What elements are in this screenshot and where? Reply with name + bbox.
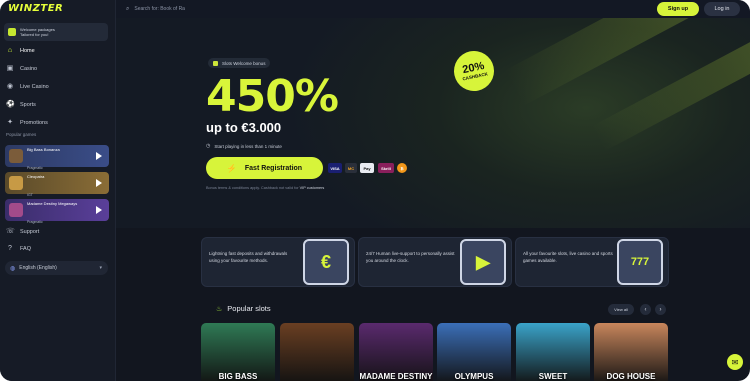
gift-icon	[8, 28, 16, 36]
top-bar: ⌕ Search for: Book of Ra Sign up Log in	[116, 0, 750, 18]
welcome-package-card[interactable]: Welcome packages Tailored for you!	[4, 23, 108, 41]
skrill-icon: Skrill	[378, 163, 394, 173]
chevron-down-icon: ▾	[99, 265, 102, 271]
sidebar-item-sports[interactable]: ⚽ Sports	[6, 99, 36, 111]
game-thumbnail	[9, 203, 23, 217]
terms-note: Bonus terms & conditions apply. Cashback…	[206, 186, 325, 190]
mastercard-icon: MC	[345, 163, 357, 173]
sidebar-game-madame-destiny[interactable]: Madame Destiny Megaways Pragmatic	[5, 199, 109, 224]
popular-slots-title: ♨ Popular slots	[216, 304, 271, 313]
language-selector[interactable]: ◍ English (English) ▾	[5, 261, 108, 275]
lightning-icon: ⚡	[226, 163, 237, 173]
support-icon: ☏	[6, 228, 15, 235]
bonus-amount: 450%	[206, 71, 339, 122]
visa-icon: VISA	[328, 163, 342, 173]
faq-icon: ?	[8, 245, 12, 252]
fast-registration-button[interactable]: ⚡ Fast Registration	[206, 157, 323, 179]
feature-card-slots: All your favourite slots, live casino an…	[515, 237, 669, 287]
game-thumbnail	[9, 176, 23, 190]
brand-logo[interactable]: WINZTER	[8, 3, 63, 17]
hero-banner: Slots Welcome bonus 450% up to €3.000 ◷ …	[116, 18, 750, 228]
slot-machine-icon: 777	[617, 239, 663, 285]
sidebar-item-casino[interactable]: ▣ Casino	[6, 63, 37, 75]
sidebar-item-support[interactable]: ☏ Support	[6, 226, 39, 238]
slots-icon	[213, 60, 218, 66]
vip-link[interactable]: VIP customers	[300, 186, 325, 190]
slot-tile[interactable]: OLYMPUS	[437, 323, 511, 381]
sidebar-item-live-casino[interactable]: ◉ Live Casino	[6, 81, 49, 93]
casino-icon: ▣	[6, 65, 14, 72]
bonus-up-to: up to €3.000	[206, 120, 282, 135]
sidebar-game-big-bass-bonanza[interactable]: Big Bass Bonanza Pragmatic	[5, 145, 109, 170]
clock-icon: ◷	[206, 143, 211, 149]
slot-tile[interactable]: BIG BASS	[201, 323, 275, 381]
sidebar-game-cleopatra[interactable]: Cleopatra IGT	[5, 172, 109, 197]
chevron-left-icon[interactable]: ‹	[640, 304, 651, 315]
play-icon[interactable]	[96, 206, 102, 214]
search-input[interactable]: ⌕ Search for: Book of Ra	[126, 3, 256, 15]
money-safe-icon: €	[303, 239, 349, 285]
play-icon[interactable]	[96, 152, 102, 160]
globe-icon: ◍	[10, 265, 16, 272]
promo-line-2: Tailored for you!	[20, 32, 49, 37]
home-icon: ⌂	[7, 47, 13, 54]
cashback-badge: 20% CASHBACK	[450, 47, 498, 95]
play-icon[interactable]	[96, 179, 102, 187]
popular-games-label: Popular games	[6, 132, 37, 137]
slot-tile[interactable]: DOG HOUSE	[594, 323, 668, 381]
sidebar-item-faq[interactable]: ? FAQ	[6, 243, 31, 255]
flame-icon: ♨	[216, 305, 223, 313]
sports-icon: ⚽	[6, 101, 15, 108]
sidebar-item-promotions[interactable]: ✦ Promotions	[6, 117, 48, 129]
rocket-icon: ▶	[460, 239, 506, 285]
apple-pay-icon: Pay	[360, 163, 374, 173]
welcome-bonus-chip: Slots Welcome bonus	[208, 58, 271, 68]
quick-start-note: ◷ Start playing in less than 1 minute	[206, 143, 282, 149]
slot-tile[interactable]: MADAME DESTINY	[359, 323, 433, 381]
live-casino-icon: ◉	[6, 83, 14, 90]
slot-tile[interactable]	[280, 323, 354, 381]
game-thumbnail	[9, 149, 23, 163]
sidebar-item-home[interactable]: ⌂ Home	[6, 45, 35, 57]
bitcoin-icon: ₿	[397, 163, 407, 173]
feature-card-support: 24/7 Human live-support to personally as…	[358, 237, 512, 287]
chat-icon[interactable]: ✉	[727, 354, 743, 370]
view-all-button[interactable]: View all	[608, 304, 634, 315]
sign-up-button[interactable]: Sign up	[657, 2, 699, 16]
chevron-right-icon[interactable]: ›	[655, 304, 666, 315]
app-window: WINZTER Welcome packages Tailored for yo…	[0, 0, 750, 381]
log-in-button[interactable]: Log in	[704, 2, 740, 16]
feature-card-deposits: Lightning fast deposits and withdrawals …	[201, 237, 355, 287]
slot-tile[interactable]: SWEET	[516, 323, 590, 381]
search-icon: ⌕	[126, 5, 130, 12]
promotions-icon: ✦	[7, 119, 13, 126]
sidebar: WINZTER Welcome packages Tailored for yo…	[0, 0, 116, 381]
